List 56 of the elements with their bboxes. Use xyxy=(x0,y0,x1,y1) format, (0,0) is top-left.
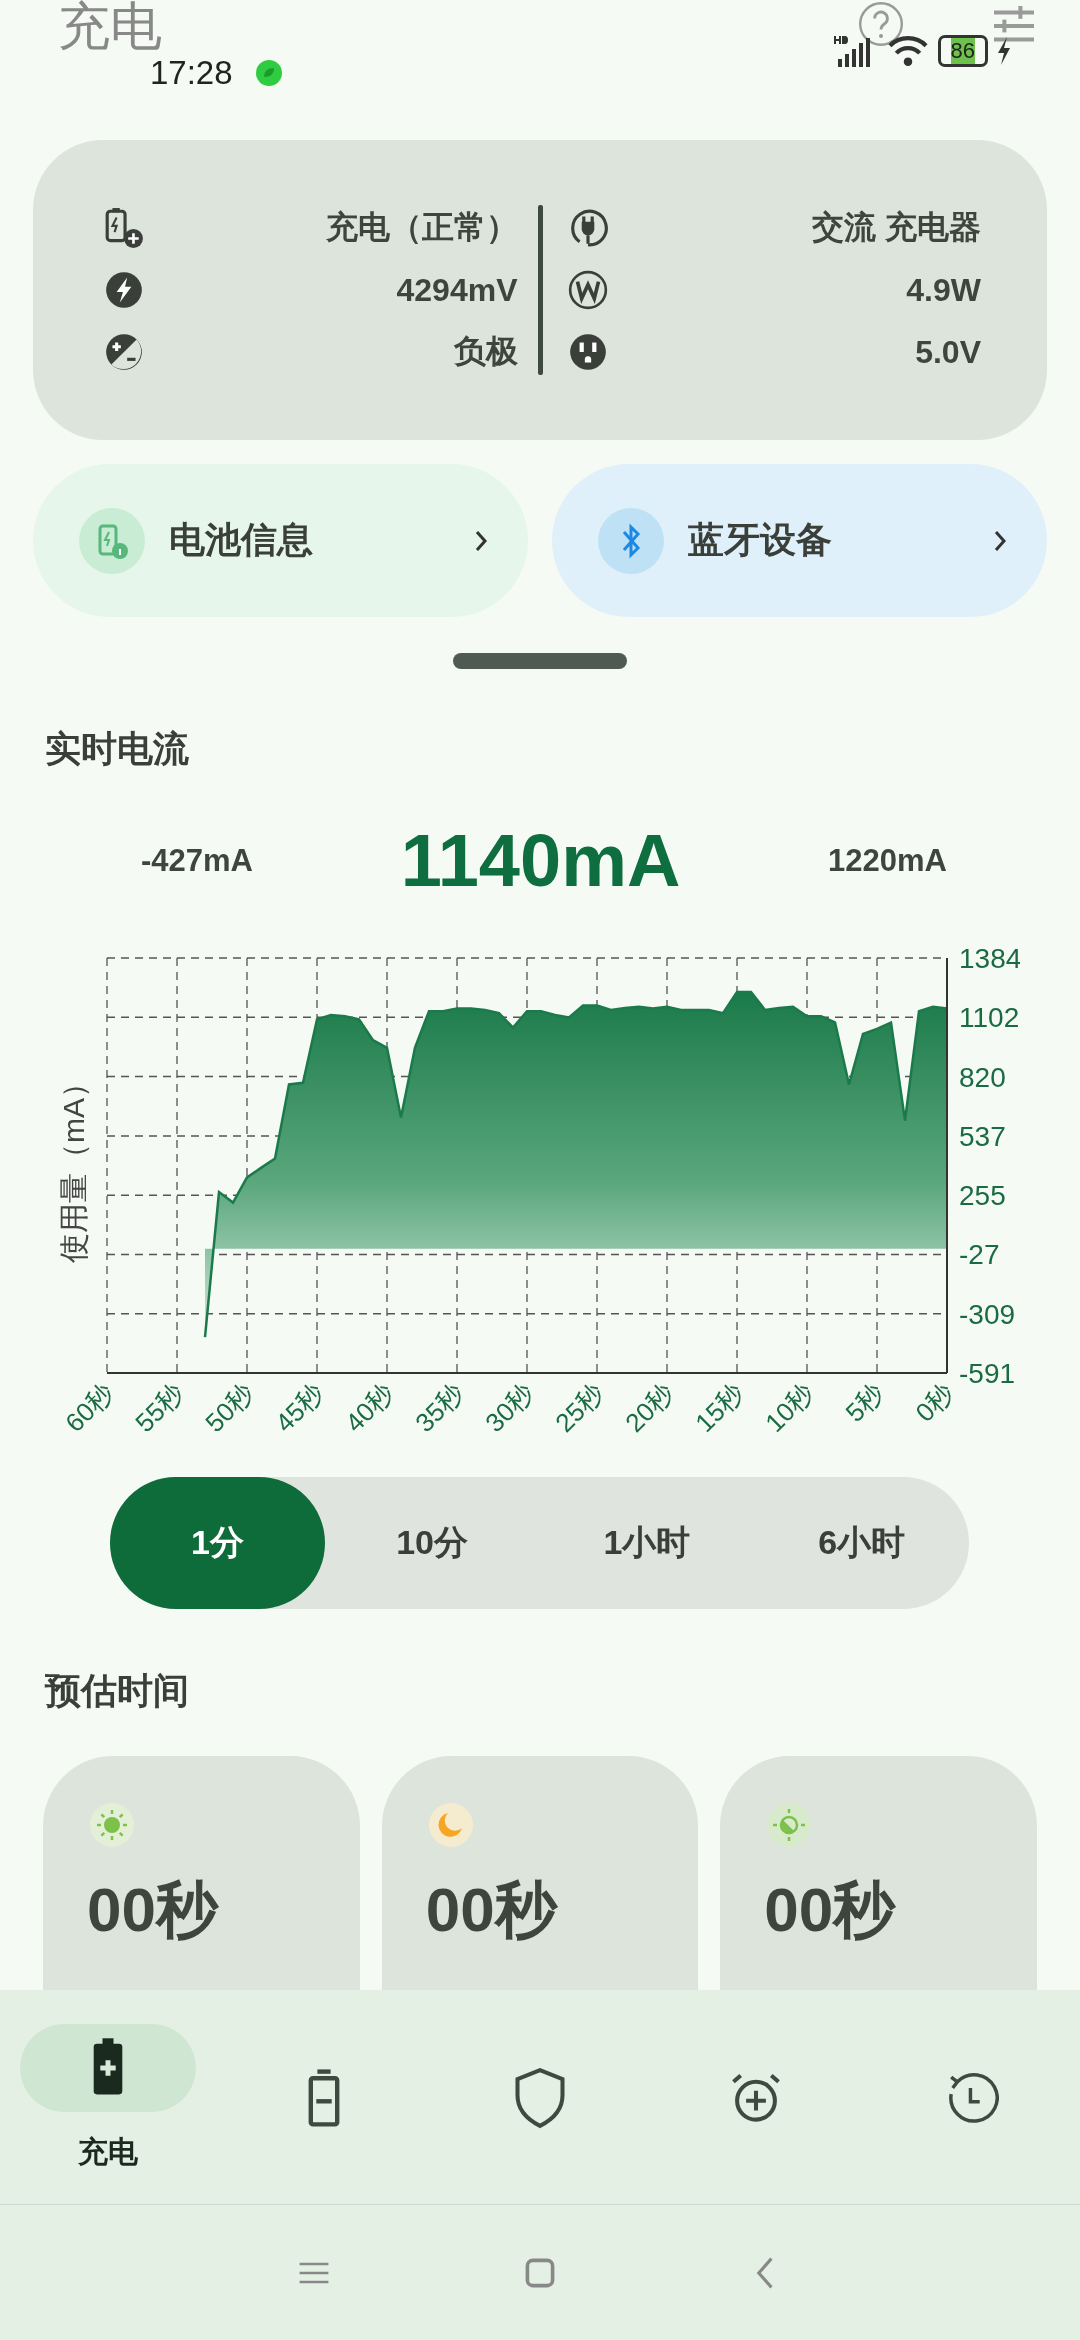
range-tab[interactable]: 6小时 xyxy=(754,1477,969,1609)
y-tick-label: -309 xyxy=(959,1298,1016,1330)
info-value: 充电（正常） xyxy=(325,208,518,247)
chevron-icon xyxy=(993,528,1007,553)
y-tick-label: 820 xyxy=(959,1061,1006,1093)
y-tick-label: 537 xyxy=(959,1121,1006,1152)
x-tick-label: 5秒 xyxy=(839,1378,890,1428)
shield-icon xyxy=(513,2065,567,2131)
info-value: 负极 xyxy=(453,332,518,371)
range-tab[interactable]: 1分 xyxy=(110,1477,325,1609)
section-title: 预估时间 xyxy=(45,1669,190,1713)
y-tick-label: 1384 xyxy=(959,943,1020,974)
drag-handle[interactable] xyxy=(453,653,627,669)
x-tick-label: 10秒 xyxy=(759,1378,820,1439)
battery-plus-icon xyxy=(103,207,145,249)
sun-icon xyxy=(87,1800,137,1850)
section-title: 实时电流 xyxy=(45,727,190,771)
x-tick-label: 45秒 xyxy=(269,1378,330,1439)
y-tick-label: 255 xyxy=(959,1180,1006,1212)
bluetooth-button[interactable]: 蓝牙设备 xyxy=(552,464,1047,617)
y-tick-label: -27 xyxy=(959,1239,1000,1271)
estimate-value: 00秒 xyxy=(764,1874,897,1946)
x-tick-label: 15秒 xyxy=(689,1378,750,1439)
estimate-value: 00秒 xyxy=(425,1874,559,1946)
x-tick-label: 55秒 xyxy=(129,1378,190,1439)
chevron-icon xyxy=(474,528,488,553)
min-current: -427mA xyxy=(141,842,253,879)
watt-icon xyxy=(566,269,609,311)
y-tick-label: -591 xyxy=(959,1358,1016,1389)
page-title: 充电 xyxy=(58,0,162,52)
x-tick-label: 60秒 xyxy=(60,1378,120,1439)
info-value: 4294mV xyxy=(396,271,518,309)
charging-bolt-icon xyxy=(996,37,1012,65)
info-value: 交流 充电器 xyxy=(812,208,981,247)
x-tick-label: 20秒 xyxy=(619,1378,680,1439)
x-tick-label: 40秒 xyxy=(339,1378,400,1439)
bolt-circle-icon xyxy=(103,269,145,311)
x-tick-label: 0秒 xyxy=(909,1378,960,1428)
x-tick-label: 25秒 xyxy=(549,1378,610,1439)
info-value: 5.0V xyxy=(915,333,981,371)
x-tick-label: 30秒 xyxy=(479,1378,540,1439)
range-tab[interactable]: 1小时 xyxy=(539,1477,755,1609)
y-tick-label: 1102 xyxy=(959,1002,1020,1034)
max-current: 1220mA xyxy=(828,842,947,879)
battery-indicator: 86 xyxy=(937,35,988,67)
x-tick-label: 50秒 xyxy=(199,1378,260,1439)
leaf-icon xyxy=(254,58,284,88)
range-tab[interactable]: 10分 xyxy=(324,1477,540,1609)
plus-minus-icon xyxy=(103,331,145,373)
current-reading: 1140mA xyxy=(400,818,681,903)
battery-info-button[interactable]: 电池信息 xyxy=(33,464,528,617)
status-time: 17:28 xyxy=(150,56,233,89)
x-tick-label: 35秒 xyxy=(409,1378,470,1439)
estimate-value: 00秒 xyxy=(87,1874,220,1946)
y-axis-title: 使用量（mA） xyxy=(60,1068,90,1263)
info-value: 4.9W xyxy=(906,271,981,309)
